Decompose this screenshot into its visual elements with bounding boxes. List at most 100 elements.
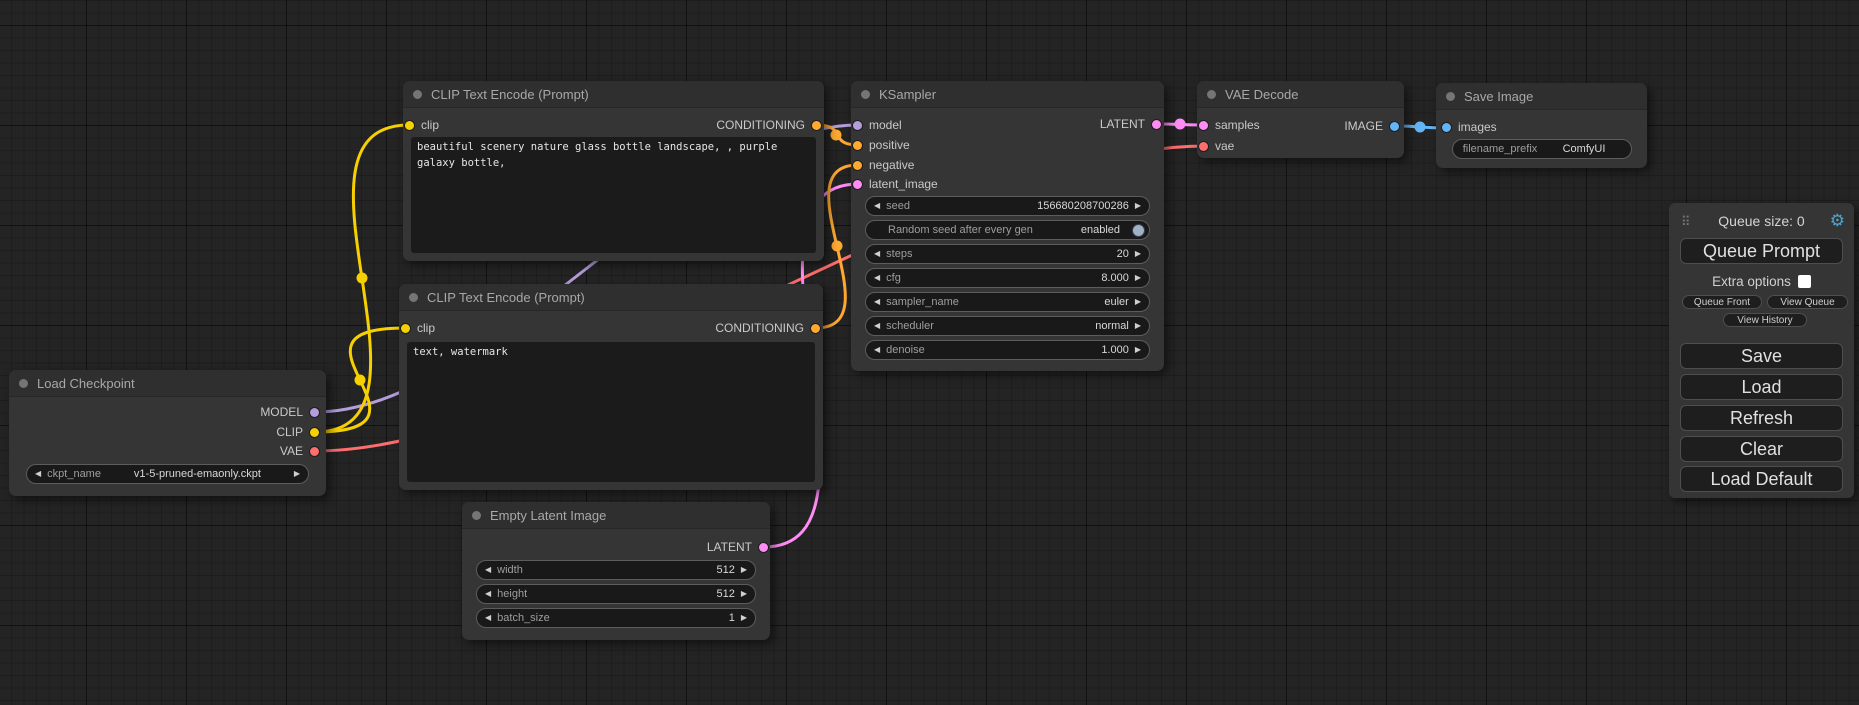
model-slot-dot[interactable] <box>853 121 862 130</box>
collapse-dot-icon[interactable] <box>472 511 481 520</box>
refresh-button[interactable]: Refresh <box>1680 405 1843 431</box>
view-history-button[interactable]: View History <box>1723 313 1807 327</box>
increment-arrow-icon[interactable]: ▶ <box>1135 298 1141 306</box>
clip-slot-dot[interactable] <box>310 428 319 437</box>
gear-icon[interactable]: ⚙ <box>1830 211 1845 231</box>
clear-button[interactable]: Clear <box>1680 436 1843 462</box>
input-slot-images[interactable]: images <box>1442 119 1497 135</box>
filename-prefix-widget[interactable]: filename_prefix ComfyUI <box>1452 139 1632 159</box>
node-title-bar[interactable]: KSampler <box>851 81 1164 108</box>
decrement-arrow-icon[interactable]: ◀ <box>874 298 880 306</box>
latent-slot-dot[interactable] <box>1152 120 1161 129</box>
seed-widget[interactable]: ◀ seed 156680208700286 ▶ <box>865 196 1150 216</box>
steps-widget[interactable]: ◀ steps 20 ▶ <box>865 244 1150 264</box>
conditioning-slot-dot[interactable] <box>811 324 820 333</box>
width-widget[interactable]: ◀ width 512 ▶ <box>476 560 756 580</box>
load-default-button[interactable]: Load Default <box>1680 466 1843 492</box>
decrement-arrow-icon[interactable]: ◀ <box>874 202 880 210</box>
increment-arrow-icon[interactable]: ▶ <box>1135 346 1141 354</box>
conditioning-slot-dot[interactable] <box>853 161 862 170</box>
latent-slot-dot[interactable] <box>1199 121 1208 130</box>
node-load-checkpoint[interactable]: Load Checkpoint MODEL CLIP VAE ◀ ckpt_na… <box>9 370 326 496</box>
collapse-dot-icon[interactable] <box>19 379 28 388</box>
latent-slot-dot[interactable] <box>853 180 862 189</box>
height-widget[interactable]: ◀ height 512 ▶ <box>476 584 756 604</box>
scheduler-widget[interactable]: ◀ scheduler normal ▶ <box>865 316 1150 336</box>
input-slot-latent-image[interactable]: latent_image <box>853 176 938 192</box>
ckpt-name-widget[interactable]: ◀ ckpt_name v1-5-pruned-emaonly.ckpt ▶ <box>26 464 309 484</box>
conditioning-slot-dot[interactable] <box>812 121 821 130</box>
conditioning-slot-dot[interactable] <box>853 141 862 150</box>
collapse-dot-icon[interactable] <box>1207 90 1216 99</box>
output-slot-clip[interactable]: CLIP <box>276 424 319 440</box>
random-seed-toggle-widget[interactable]: Random seed after every gen enabled <box>865 220 1150 240</box>
node-vae-decode[interactable]: VAE Decode samples vae IMAGE <box>1197 81 1404 158</box>
increment-arrow-icon[interactable]: ▶ <box>1135 250 1141 258</box>
image-slot-dot[interactable] <box>1442 123 1451 132</box>
output-slot-vae[interactable]: VAE <box>280 443 319 459</box>
model-slot-dot[interactable] <box>310 408 319 417</box>
collapse-dot-icon[interactable] <box>413 90 422 99</box>
decrement-arrow-icon[interactable]: ◀ <box>485 614 491 622</box>
clip-slot-dot[interactable] <box>405 121 414 130</box>
output-slot-conditioning[interactable]: CONDITIONING <box>715 320 820 336</box>
vae-slot-dot[interactable] <box>1199 142 1208 151</box>
input-slot-vae[interactable]: vae <box>1199 138 1234 154</box>
node-title-bar[interactable]: CLIP Text Encode (Prompt) <box>403 81 824 108</box>
node-save-image[interactable]: Save Image images filename_prefix ComfyU… <box>1436 83 1647 168</box>
batch-size-widget[interactable]: ◀ batch_size 1 ▶ <box>476 608 756 628</box>
latent-slot-dot[interactable] <box>759 543 768 552</box>
collapse-dot-icon[interactable] <box>409 293 418 302</box>
output-slot-latent[interactable]: LATENT <box>1100 116 1161 132</box>
increment-arrow-icon[interactable]: ▶ <box>1135 274 1141 282</box>
node-graph-canvas[interactable]: Load Checkpoint MODEL CLIP VAE ◀ ckpt_na… <box>0 0 1859 705</box>
node-title-bar[interactable]: CLIP Text Encode (Prompt) <box>399 284 823 311</box>
node-ksampler[interactable]: KSampler model positive negative latent_… <box>851 81 1164 371</box>
decrement-arrow-icon[interactable]: ◀ <box>485 566 491 574</box>
output-slot-latent[interactable]: LATENT <box>707 539 768 555</box>
queue-panel[interactable]: ⠿ Queue size: 0 ⚙ Queue Prompt Extra opt… <box>1669 203 1854 498</box>
denoise-widget[interactable]: ◀ denoise 1.000 ▶ <box>865 340 1150 360</box>
increment-arrow-icon[interactable]: ▶ <box>741 566 747 574</box>
sampler-name-widget[interactable]: ◀ sampler_name euler ▶ <box>865 292 1150 312</box>
load-button[interactable]: Load <box>1680 374 1843 400</box>
extra-options-checkbox[interactable] <box>1798 275 1811 288</box>
decrement-arrow-icon[interactable]: ◀ <box>874 274 880 282</box>
increment-arrow-icon[interactable]: ▶ <box>741 590 747 598</box>
decrement-arrow-icon[interactable]: ◀ <box>874 250 880 258</box>
increment-arrow-icon[interactable]: ▶ <box>741 614 747 622</box>
positive-prompt-textarea[interactable]: beautiful scenery nature glass bottle la… <box>411 137 816 253</box>
view-queue-button[interactable]: View Queue <box>1767 295 1848 309</box>
queue-prompt-button[interactable]: Queue Prompt <box>1680 238 1843 264</box>
toggle-knob-icon[interactable] <box>1132 224 1145 237</box>
decrement-arrow-icon[interactable]: ◀ <box>874 346 880 354</box>
input-slot-negative[interactable]: negative <box>853 157 914 173</box>
output-slot-conditioning[interactable]: CONDITIONING <box>716 117 821 133</box>
collapse-dot-icon[interactable] <box>861 90 870 99</box>
queue-front-button[interactable]: Queue Front <box>1682 295 1762 309</box>
node-clip-text-encode-positive[interactable]: CLIP Text Encode (Prompt) clip CONDITION… <box>403 81 824 261</box>
node-title-bar[interactable]: VAE Decode <box>1197 81 1404 108</box>
input-slot-clip[interactable]: clip <box>405 117 439 133</box>
input-slot-samples[interactable]: samples <box>1199 117 1260 133</box>
negative-prompt-textarea[interactable]: text, watermark <box>407 342 815 482</box>
output-slot-image[interactable]: IMAGE <box>1344 118 1399 134</box>
increment-arrow-icon[interactable]: ▶ <box>294 470 300 478</box>
output-slot-model[interactable]: MODEL <box>260 404 319 420</box>
decrement-arrow-icon[interactable]: ◀ <box>35 470 41 478</box>
increment-arrow-icon[interactable]: ▶ <box>1135 202 1141 210</box>
input-slot-positive[interactable]: positive <box>853 137 910 153</box>
input-slot-clip[interactable]: clip <box>401 320 435 336</box>
decrement-arrow-icon[interactable]: ◀ <box>485 590 491 598</box>
clip-slot-dot[interactable] <box>401 324 410 333</box>
node-title-bar[interactable]: Empty Latent Image <box>462 502 770 529</box>
input-slot-model[interactable]: model <box>853 117 902 133</box>
node-title-bar[interactable]: Save Image <box>1436 83 1647 110</box>
cfg-widget[interactable]: ◀ cfg 8.000 ▶ <box>865 268 1150 288</box>
vae-slot-dot[interactable] <box>310 447 319 456</box>
collapse-dot-icon[interactable] <box>1446 92 1455 101</box>
decrement-arrow-icon[interactable]: ◀ <box>874 322 880 330</box>
image-slot-dot[interactable] <box>1390 122 1399 131</box>
node-empty-latent-image[interactable]: Empty Latent Image LATENT ◀ width 512 ▶ … <box>462 502 770 640</box>
increment-arrow-icon[interactable]: ▶ <box>1135 322 1141 330</box>
